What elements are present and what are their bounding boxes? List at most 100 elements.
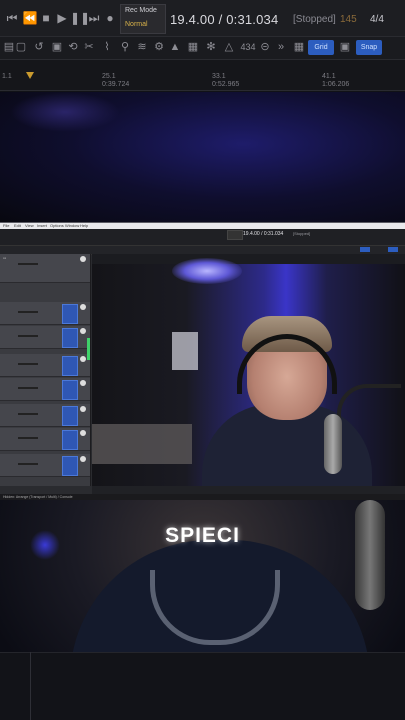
volume-fader[interactable] <box>18 311 38 313</box>
pan-knob[interactable] <box>80 328 86 334</box>
rec-mode-value: Normal <box>125 21 148 28</box>
video-track-preview <box>92 258 405 486</box>
timeline-marker-4-time: 1:06.206 <box>322 81 350 88</box>
plugin-slot[interactable] <box>62 430 78 450</box>
track-row[interactable] <box>0 326 90 349</box>
undo-icon[interactable]: ↺ <box>32 40 46 54</box>
pan-knob[interactable] <box>80 456 86 462</box>
volume-fader[interactable] <box>18 413 38 415</box>
grid-icon[interactable]: ▦ <box>292 40 306 54</box>
expand-icon[interactable]: » <box>274 40 288 54</box>
rewind-icon[interactable]: ⏪ <box>22 10 38 26</box>
track-row[interactable]: ▭ <box>0 254 90 283</box>
toolbar-value: 434 <box>240 42 256 52</box>
stop-icon[interactable]: ■ <box>38 10 54 26</box>
rec-mode-label: Rec Mode <box>125 7 157 14</box>
metronome-icon[interactable]: ▲ <box>168 40 182 54</box>
track-row[interactable] <box>0 378 90 401</box>
plugin-slot[interactable] <box>62 356 78 376</box>
pan-knob[interactable] <box>80 406 86 412</box>
plugin-slot[interactable] <box>62 328 78 348</box>
track-name: ▭ <box>3 256 7 260</box>
grid-button[interactable]: Grid <box>308 40 334 55</box>
volume-fader[interactable] <box>18 437 38 439</box>
plugin-slot[interactable] <box>62 380 78 400</box>
main-toolbar: ▤ ▢ ↺ ▣ ⟲ ✂ ⌇ ⚲ ≋ ⚙ ▲ ▦ ✻ △ 434 ⊝ » ▦ Gr… <box>0 37 405 60</box>
volume-fader[interactable] <box>18 387 38 389</box>
snowflake-icon[interactable]: ✻ <box>204 40 218 54</box>
new-project-icon[interactable]: ▢ <box>14 40 28 54</box>
record-icon[interactable]: ● <box>102 10 118 26</box>
bottom-dark-strip <box>0 652 405 720</box>
rewind-start-icon[interactable]: ⏮ <box>4 10 20 26</box>
time-counter: 19.4.00 / 0:31.034 <box>170 12 279 27</box>
triangle-icon[interactable]: △ <box>222 40 236 54</box>
timeline-ruler[interactable]: 1.1 25.1 0:39.724 33.1 0:52.965 41.1 1:0… <box>0 60 405 91</box>
snap-button[interactable]: Snap <box>356 40 382 55</box>
forward-end-icon[interactable]: ⏭ <box>86 10 102 26</box>
link-icon[interactable]: ⊝ <box>258 40 272 54</box>
plugin-slot[interactable] <box>62 304 78 324</box>
zoomed-daw-panel: ⏮ ⏪ ■ ▶ ❚❚ ⏭ ● Rec Mode Normal 19.4.00 /… <box>0 0 405 222</box>
mic-arm <box>337 384 401 428</box>
lock-icon[interactable]: ⚲ <box>118 40 132 54</box>
track-row[interactable] <box>0 428 90 451</box>
plugin-slot[interactable] <box>62 406 78 426</box>
track-list: ▭ <box>0 254 91 486</box>
tools-icon[interactable]: ✂ <box>82 40 96 54</box>
timeline-marker-3-bar: 33.1 <box>212 73 226 80</box>
volume-fader[interactable] <box>18 463 38 465</box>
meter-indicator <box>87 338 90 360</box>
pause-icon[interactable]: ❚❚ <box>70 10 90 26</box>
track-row[interactable] <box>0 354 90 377</box>
transport-bar: ⏮ ⏪ ■ ▶ ❚❚ ⏭ ● Rec Mode Normal 19.4.00 /… <box>0 0 405 37</box>
envelope-icon[interactable]: ⌇ <box>100 40 114 54</box>
microphone <box>324 414 342 474</box>
time-signature[interactable]: 4/4 <box>370 14 384 25</box>
pan-knob[interactable] <box>80 430 86 436</box>
daw-window: File Edit View Insert Options Window Hel… <box>0 222 405 501</box>
volume-fader[interactable] <box>18 363 38 365</box>
track-row[interactable] <box>0 302 90 325</box>
pan-knob[interactable] <box>80 256 86 262</box>
timeline-marker-1: 1.1 <box>2 73 12 80</box>
plugin-slot[interactable] <box>62 456 78 476</box>
pan-knob[interactable] <box>80 356 86 362</box>
timeline-marker-2-bar: 25.1 <box>102 73 116 80</box>
daw-rec-mode[interactable] <box>227 230 243 240</box>
pan-knob[interactable] <box>80 304 86 310</box>
video-caption: SPIECI <box>165 524 240 547</box>
timeline-marker-2-time: 0:39.724 <box>102 81 130 88</box>
snap-settings-icon[interactable]: ▣ <box>338 40 352 54</box>
microphone-close-up <box>355 500 385 610</box>
daw-grid-button[interactable] <box>360 247 370 252</box>
loop-icon[interactable]: ⟲ <box>66 40 80 54</box>
tempo-readout[interactable]: 145 <box>340 14 357 25</box>
footer-text: Hidden: Arrange (Transport / Multi) / Co… <box>3 495 73 499</box>
gear-icon[interactable]: ⚙ <box>152 40 166 54</box>
track-row[interactable] <box>0 404 90 427</box>
volume-fader[interactable] <box>18 335 38 337</box>
window <box>172 332 198 370</box>
divider-line <box>30 652 31 720</box>
save-icon[interactable]: ▣ <box>50 40 64 54</box>
daw-snap-button[interactable] <box>388 247 398 252</box>
daw-transport-bar <box>0 229 405 246</box>
playhead-marker[interactable] <box>26 72 34 79</box>
light-glow <box>10 92 120 132</box>
rec-mode-dropdown[interactable]: Rec Mode Normal <box>120 4 166 34</box>
volume-fader[interactable] <box>18 263 38 265</box>
group-icon[interactable]: ▦ <box>186 40 200 54</box>
ripple-icon[interactable]: ≋ <box>135 40 149 54</box>
bed <box>92 424 192 464</box>
pan-knob[interactable] <box>80 380 86 386</box>
daw-time-counter: 19.4.00 / 0:31.034 <box>243 231 284 237</box>
track-row[interactable] <box>0 454 90 477</box>
transport-status: [Stopped] <box>293 14 336 25</box>
zoomed-video-panel: SPIECI <box>0 500 405 720</box>
ceiling-light <box>172 258 242 284</box>
daw-status: [Stopped] <box>293 231 311 236</box>
timeline-marker-4-bar: 41.1 <box>322 73 336 80</box>
play-icon[interactable]: ▶ <box>54 10 70 26</box>
timeline-marker-3-time: 0:52.965 <box>212 81 240 88</box>
